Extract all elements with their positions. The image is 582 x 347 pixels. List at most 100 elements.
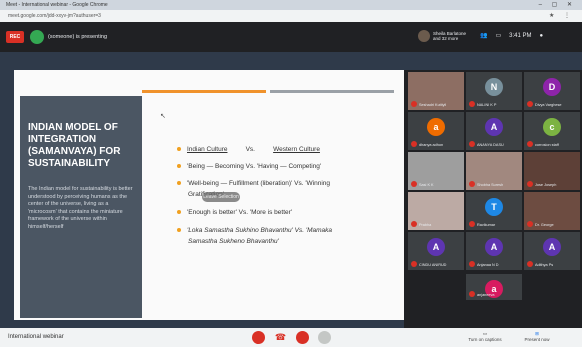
participant-tile[interactable]: A Adithya Ps [524, 232, 580, 270]
slide-bullet: 'Well-being — Fulfillment (liberation)' … [177, 180, 330, 187]
sidebar-title-line2: (SAMANVAYA) FOR SUSTAINABILITY [28, 146, 121, 169]
top-icons: 👥 ▭ 3:41 PM ● [480, 32, 544, 40]
participant-avatar: A [427, 238, 445, 256]
participant-avatar: a [427, 118, 445, 136]
meet-top-bar: REC (someone) is presenting Sheila Barla… [0, 22, 582, 52]
slide-header-row: Indian Culture Vs. Western Culture [177, 146, 320, 153]
host-info: Sheila Barlatone and 32 more [418, 30, 473, 42]
participant-tile[interactable]: A CINDU ANIRUD [408, 232, 464, 270]
participant-tile[interactable]: a dhanya adhon [408, 112, 464, 150]
participant-name: Anjanaa N D [477, 263, 499, 267]
participant-name: anjaneeva [477, 293, 495, 297]
participant-tile[interactable]: c corrosion staff [524, 112, 580, 150]
participant-avatar: N [485, 78, 503, 96]
participant-name: Divya Varghese [535, 103, 562, 107]
participant-name: dhanya adhon [419, 143, 444, 147]
url-text[interactable]: meet.google.com/jdd-xxyv-jm?authuser=3 [8, 13, 101, 19]
slide-accent-bar-gray [270, 90, 394, 93]
meeting-name[interactable]: International webinar [8, 334, 64, 340]
present-button[interactable]: ⊞ Present now [512, 331, 562, 342]
mic-muted-icon [469, 261, 475, 267]
slide-sidebar-title: INDIAN MODEL OF INTEGRATION (SAMANVAYA) … [28, 122, 134, 170]
presenting-icon [30, 30, 44, 44]
mic-muted-icon [469, 291, 475, 297]
window-controls[interactable]: – ▢ ✕ [539, 1, 576, 8]
slide-bullet-cont: Samastha Sukheno Bhavanthu' [188, 238, 279, 245]
mic-muted-icon [469, 221, 475, 227]
presenting-text: (someone) is presenting [48, 34, 108, 40]
bullet-dot [177, 164, 181, 169]
participant-name: corrosion staff [535, 143, 559, 147]
participant-name: Seshadri Kuttiyil [419, 103, 447, 107]
more-options-button[interactable] [318, 331, 331, 344]
slide-sidebar: INDIAN MODEL OF INTEGRATION (SAMANVAYA) … [20, 96, 142, 318]
recording-badge: REC [6, 31, 24, 43]
mic-muted-icon [411, 101, 417, 107]
participant-tile[interactable]: Dr. George [524, 192, 580, 230]
participant-name: ANANYA DASU [477, 143, 504, 147]
bullet-dot [177, 147, 181, 152]
participant-name: Ravikumar [477, 223, 496, 227]
mic-muted-icon [411, 221, 417, 227]
bullet-dot [177, 210, 181, 215]
participant-tile[interactable]: A ANANYA DASU [466, 112, 522, 150]
participant-tile[interactable]: N NALINI K P [466, 72, 522, 110]
camera-off-button[interactable] [296, 331, 309, 344]
participant-tile[interactable]: Sasi K K [408, 152, 464, 190]
host-name: Sheila Barlatone and 32 more [433, 31, 467, 41]
participant-name: CINDU ANIRUD [419, 263, 447, 267]
address-bar[interactable]: meet.google.com/jdd-xxyv-jm?authuser=3 ★… [0, 10, 582, 22]
leave-selection-tooltip[interactable]: Leave Selection [202, 192, 240, 202]
people-icon[interactable]: 👥 [480, 32, 487, 39]
participant-tile[interactable]: a anjaneeva [466, 274, 522, 300]
clock-time: 3:41 PM [509, 32, 532, 39]
header-western: Western Culture [273, 146, 320, 153]
chat-icon[interactable]: ▭ [495, 32, 501, 39]
end-call-button[interactable]: ☎ [274, 331, 287, 344]
mic-muted-icon [411, 261, 417, 267]
mic-muted-icon [527, 221, 533, 227]
browser-title: Meet - International webinar - Google Ch… [6, 2, 108, 8]
slide-bullet: 'Enough is better' Vs. 'More is better' [177, 209, 292, 216]
host-avatar [418, 30, 430, 42]
participant-name: Sasi K K [419, 183, 434, 187]
participant-name: Adithya Ps [535, 263, 554, 267]
header-indian: Indian Culture [187, 146, 228, 153]
slide-bullet: 'Being — Becoming Vs. 'Having — Competin… [177, 163, 321, 170]
participant-tile[interactable]: D Divya Varghese [524, 72, 580, 110]
participant-avatar: A [543, 238, 561, 256]
mic-muted-icon [411, 141, 417, 147]
presentation-slide: INDIAN MODEL OF INTEGRATION (SAMANVAYA) … [14, 70, 404, 320]
sidebar-title-line1: INDIAN MODEL OF INTEGRATION [28, 122, 118, 145]
participant-tile[interactable]: Prabha [408, 192, 464, 230]
participant-avatar: A [485, 118, 503, 136]
participant-avatar: D [543, 78, 561, 96]
participant-name: Jose Joseph [535, 183, 557, 187]
meet-window: Meet - International webinar - Google Ch… [0, 0, 582, 347]
account-icon[interactable]: ● [540, 33, 544, 39]
bullet-text: 'Well-being — Fulfillment (liberation)' … [187, 180, 331, 187]
participant-tile[interactable]: Jose Joseph [524, 152, 580, 190]
mic-off-button[interactable] [252, 331, 265, 344]
mic-muted-icon [469, 141, 475, 147]
captions-button[interactable]: ▭ Turn on captions [460, 331, 510, 342]
bullet-text: 'Loka Samastha Sukhino Bhavanthu' Vs. 'M… [187, 227, 332, 234]
mic-muted-icon [411, 181, 417, 187]
bullet-text: 'Enough is better' Vs. 'More is better' [187, 209, 293, 216]
browser-titlebar: Meet - International webinar - Google Ch… [0, 0, 582, 10]
participant-avatar: c [543, 118, 561, 136]
participant-tile[interactable]: A Anjanaa N D [466, 232, 522, 270]
header-vs: Vs. [245, 146, 255, 153]
address-bar-icons[interactable]: ★ ⋮ [549, 12, 574, 19]
participant-tile[interactable]: T Ravikumar [466, 192, 522, 230]
participant-avatar: T [485, 198, 503, 216]
participant-tile[interactable]: Shobha Suresh [466, 152, 522, 190]
participant-tile[interactable]: Seshadri Kuttiyil [408, 72, 464, 110]
participant-name: Shobha Suresh [477, 183, 504, 187]
participant-grid: Seshadri Kuttiyil N NALINI K P D Divya Vargh… [404, 70, 582, 328]
mic-muted-icon [527, 261, 533, 267]
captions-label: Turn on captions [468, 337, 502, 342]
meet-bottom-bar: International webinar ☎ ▭ Turn on captio… [0, 328, 582, 347]
bullet-text: 'Being — Becoming Vs. 'Having — Competin… [187, 163, 322, 170]
present-label: Present now [524, 337, 550, 342]
